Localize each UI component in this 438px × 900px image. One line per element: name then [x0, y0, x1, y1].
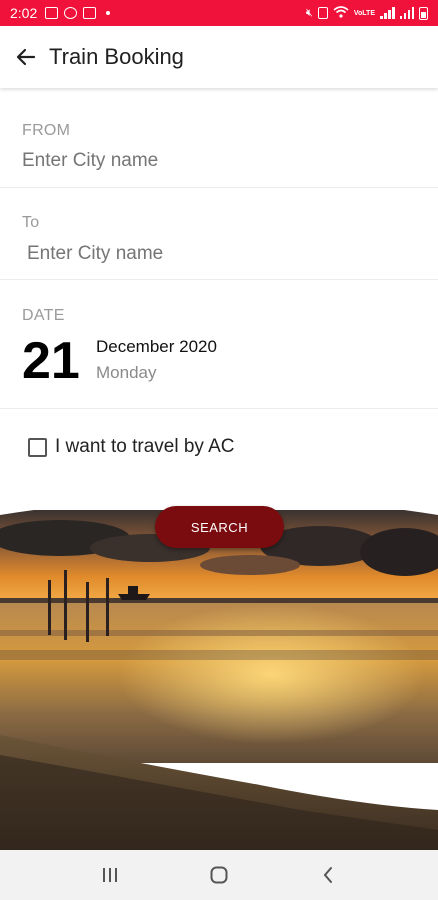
- navigation-bar: [0, 850, 438, 900]
- gallery-icon: [45, 7, 59, 19]
- alarm-icon: [317, 7, 328, 19]
- from-city-input[interactable]: [22, 150, 412, 172]
- mute-icon: 🔇︎: [305, 6, 313, 19]
- home-button[interactable]: [199, 855, 239, 895]
- ac-checkbox[interactable]: [28, 437, 47, 457]
- date-weekday: Monday: [96, 363, 157, 382]
- arrow-left-icon: [16, 48, 36, 66]
- notification-dot-icon: [106, 11, 111, 15]
- battery-icon: [419, 6, 428, 20]
- signal-icon: [380, 7, 395, 19]
- to-city-input[interactable]: [27, 243, 417, 265]
- status-bar: 2:02 🔇︎ VoLTE: [0, 0, 438, 26]
- instagram-icon: [83, 7, 97, 19]
- back-button[interactable]: [4, 35, 48, 79]
- recent-apps-button[interactable]: [90, 855, 130, 895]
- signal-icon: [399, 7, 414, 19]
- date-day: 21: [22, 332, 80, 390]
- lte-label: VoLTE: [353, 9, 375, 17]
- sunset-background-image: [0, 510, 438, 850]
- page-title: Train Booking: [49, 44, 184, 69]
- recent-apps-icon: [102, 868, 117, 882]
- back-icon: [323, 867, 333, 883]
- nav-back-button[interactable]: [308, 855, 348, 895]
- from-section: FROM: [0, 88, 438, 188]
- to-label: To: [22, 214, 40, 231]
- to-section: To: [0, 188, 438, 280]
- search-button[interactable]: SEARCH: [155, 506, 284, 548]
- whatsapp-icon: [64, 7, 78, 19]
- home-icon: [210, 866, 228, 884]
- wifi-icon: [333, 5, 349, 21]
- ac-label: I want to travel by AC: [55, 436, 235, 457]
- ac-option[interactable]: I want to travel by AC: [28, 436, 235, 458]
- from-label: FROM: [22, 122, 71, 139]
- date-month-year: December 2020: [96, 337, 217, 356]
- app-bar: Train Booking: [0, 26, 438, 88]
- date-label: DATE: [22, 307, 65, 324]
- date-section[interactable]: DATE 21 December 2020 Monday: [0, 280, 438, 409]
- status-time: 2:02: [10, 5, 38, 21]
